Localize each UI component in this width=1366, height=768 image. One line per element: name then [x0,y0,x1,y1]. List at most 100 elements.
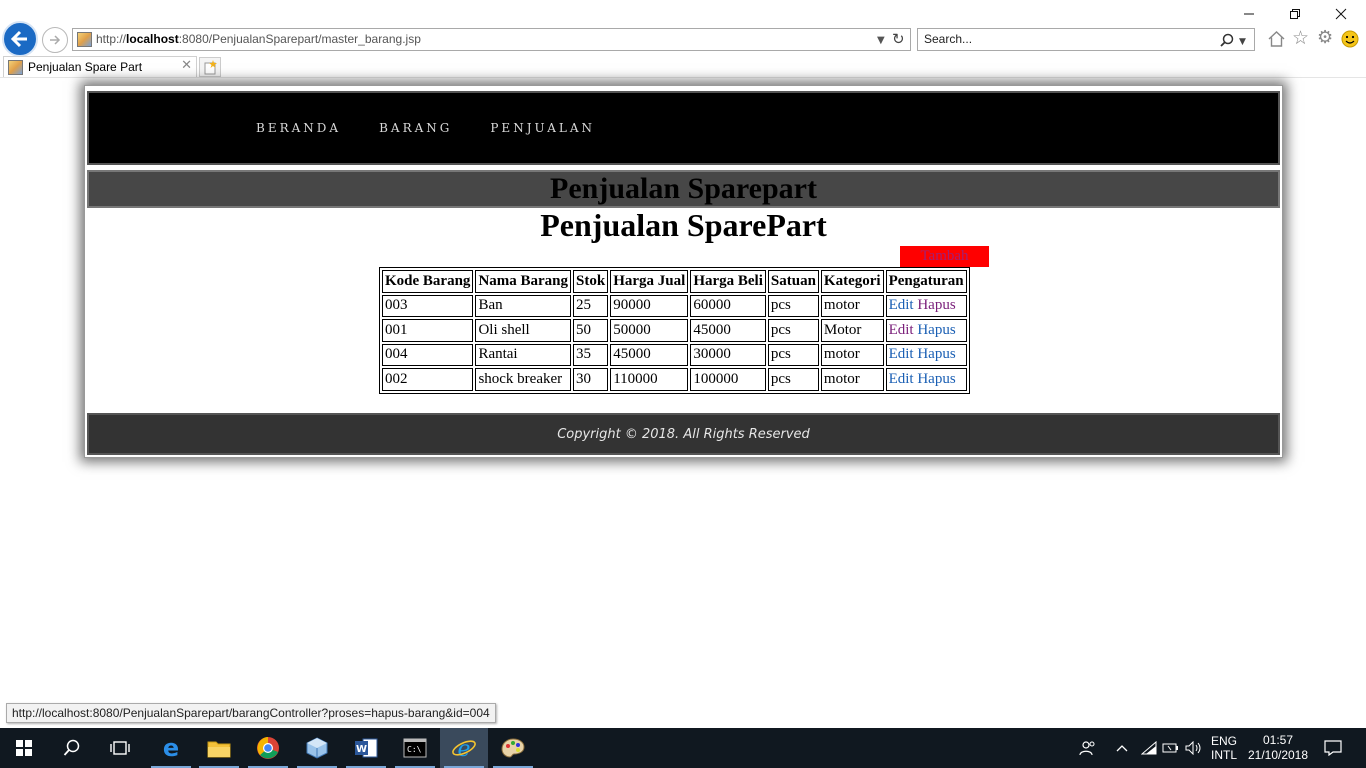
kode-barang-cell: 002 [382,368,474,391]
people-button[interactable] [1074,728,1102,768]
tab-title: Penjualan Spare Part [28,60,143,74]
wifi-icon [1141,741,1157,755]
refresh-icon[interactable]: ↻ [892,31,905,47]
search-icon [63,739,80,756]
clock[interactable]: 01:57 21/10/2018 [1244,728,1312,768]
hapus-link[interactable]: Hapus [917,322,955,338]
start-button[interactable] [0,728,48,768]
column-header: Nama Barang [475,270,572,293]
internet-explorer-icon: e [452,737,476,760]
footer: Copyright © 2018. All Rights Reserved [87,413,1280,455]
taskbar-word-app[interactable]: W [342,728,390,768]
tab-penjualan-spare-part[interactable]: Penjualan Spare Part ✕ [3,56,197,78]
nav-item-beranda[interactable]: BERANDA [256,121,341,135]
minimize-button[interactable] [1226,0,1272,28]
hapus-link[interactable]: Hapus [917,371,955,387]
harga-jual-cell: 50000 [610,319,689,342]
search-dropdown-icon[interactable]: ▼ [1239,34,1246,50]
edit-link[interactable]: Edit [889,371,914,387]
back-button[interactable] [2,21,38,57]
window-titlebar [0,0,1366,26]
taskbar-chrome-app[interactable] [244,728,292,768]
address-bar[interactable]: http://localhost:8080/PenjualanSparepart… [72,28,911,51]
people-icon [1079,741,1095,756]
task-view-icon [110,741,130,755]
tab-favicon-icon [8,60,23,75]
volume-button[interactable] [1182,728,1206,768]
kode-barang-cell: 003 [382,294,474,317]
column-header: Satuan [767,270,819,293]
gear-icon[interactable]: ⚙ [1317,29,1333,47]
forward-button[interactable] [42,27,68,53]
action-center-button[interactable] [1318,728,1348,768]
address-dropdown-icon[interactable]: ▼ [877,33,885,49]
column-header: Harga Jual [610,270,689,293]
pengaturan-cell: Edit Hapus [885,368,967,391]
keyboard-layout: INTL [1210,748,1237,762]
battery-plug-icon [1162,743,1178,753]
edit-link[interactable]: Edit [889,322,914,338]
paint-palette-icon [501,738,525,758]
taskbar-file-explorer-app[interactable] [195,728,243,768]
restore-button[interactable] [1272,0,1318,28]
tab-strip: Penjualan Spare Part ✕ [0,56,1366,78]
barang-table: Kode Barang Nama Barang Stok Harga Jual … [379,267,970,394]
taskbar-virtualbox-app[interactable] [293,728,341,768]
hapus-link[interactable]: Hapus [917,346,955,362]
column-header: Stok [573,270,609,293]
column-header: Harga Beli [690,270,766,293]
taskbar-cmd-app[interactable]: C:\ [391,728,439,768]
svg-text:e: e [457,737,470,760]
edit-link[interactable]: Edit [889,297,914,313]
edit-link[interactable]: Edit [889,346,914,362]
task-view-button[interactable] [96,728,144,768]
favorites-star-icon[interactable]: ☆ [1292,29,1309,48]
svg-text:C:\: C:\ [407,745,422,754]
language-code: ENG [1210,734,1237,748]
pengaturan-cell: Edit Hapus [885,319,967,342]
tambah-button[interactable]: Tambah [900,246,989,267]
search-box[interactable]: ▼ [917,28,1255,51]
battery-button[interactable] [1160,728,1182,768]
site-title: Penjualan Sparepart [550,172,817,205]
home-icon[interactable] [1267,30,1286,48]
input-language-button[interactable]: ENG INTL [1206,728,1242,768]
taskbar-edge-app[interactable]: e [147,728,195,768]
taskbar-search-button[interactable] [48,728,96,768]
show-hidden-icons-button[interactable] [1110,728,1134,768]
stok-cell: 50 [573,319,609,342]
search-icon[interactable] [1220,33,1234,47]
feedback-smiley-icon[interactable] [1341,30,1359,48]
table-body: 003 Ban 25 90000 60000 pcs motor Edit Hapus 001 O… [382,294,967,391]
tab-close-icon[interactable]: ✕ [181,58,192,73]
chrome-separator [0,77,1366,78]
new-tab-button[interactable] [199,57,221,77]
status-bar-url: http://localhost:8080/PenjualanSparepart… [6,703,496,723]
nav-item-barang[interactable]: BARANG [379,121,452,135]
column-header: Kategori [820,270,884,293]
table-header-row: Kode Barang Nama Barang Stok Harga Jual … [382,270,967,293]
network-button[interactable] [1138,728,1160,768]
close-window-button[interactable] [1318,0,1364,28]
satuan-cell: pcs [767,319,819,342]
kategori-cell: motor [820,294,884,317]
table-row: 002 shock breaker 30 110000 100000 pcs motor Ed… [382,368,967,391]
satuan-cell: pcs [767,368,819,391]
copyright-text: Copyright © 2018. All Rights Reserved [557,426,810,442]
taskbar-internet-explorer-app[interactable]: e [440,728,488,768]
nama-barang-cell: shock breaker [475,368,572,391]
close-icon [1335,8,1347,20]
address-url[interactable]: http://localhost:8080/PenjualanSparepart… [96,32,421,46]
kategori-cell: motor [820,343,884,366]
taskbar-paint-app[interactable] [489,728,537,768]
nav-item-penjualan[interactable]: PENJUALAN [490,121,595,135]
pengaturan-cell: Edit Hapus [885,294,967,317]
harga-jual-cell: 45000 [610,343,689,366]
windows-logo-icon [16,740,32,756]
search-input[interactable] [924,32,1204,46]
chevron-up-icon [1116,745,1128,752]
nav-menu: BERANDA BARANG PENJUALAN [256,93,633,163]
hapus-link[interactable]: Hapus [917,297,955,313]
table-row: 003 Ban 25 90000 60000 pcs motor Edit Hapus [382,294,967,317]
column-header: Pengaturan [885,270,967,293]
